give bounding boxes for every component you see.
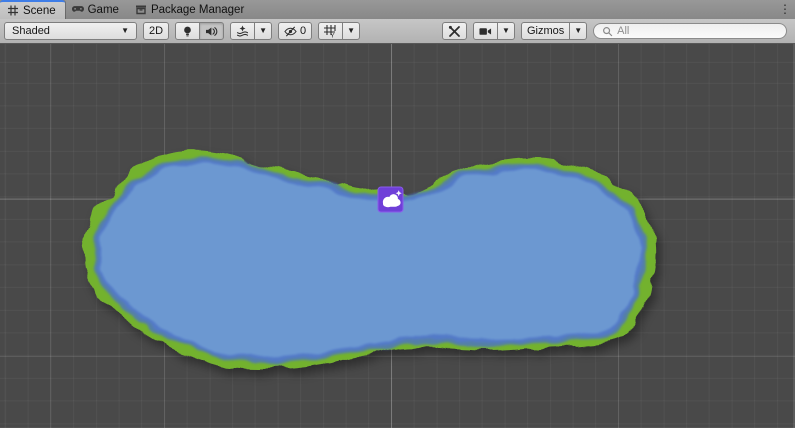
gizmos-dropdown-arrow[interactable]: ▼ — [569, 22, 587, 40]
scene-lighting-button[interactable] — [175, 22, 200, 40]
effects-icon — [236, 25, 249, 38]
gizmos-group: Gizmos ▼ — [521, 22, 587, 40]
water-fill — [96, 160, 643, 360]
sprite-shape-gizmo[interactable] — [378, 187, 403, 212]
gizmos-button[interactable]: Gizmos — [521, 22, 570, 40]
water-blob-sprite — [0, 44, 795, 428]
component-tools-button[interactable] — [442, 22, 467, 40]
component-tools-icon — [448, 25, 461, 38]
tab-game[interactable]: Game — [65, 0, 128, 19]
scene-viewport[interactable] — [0, 44, 795, 428]
chevron-down-icon: ▼ — [347, 27, 355, 35]
grid-visual-button[interactable]: Y — [318, 22, 343, 40]
scene-toolbar: Shaded ▼ 2D ▼ — [0, 19, 795, 44]
svg-text:Y: Y — [330, 32, 335, 37]
search-icon — [602, 26, 613, 37]
eye-slash-icon — [284, 25, 297, 38]
camera-group: ▼ — [473, 22, 515, 40]
scene-camera-button[interactable] — [473, 22, 498, 40]
draw-mode-dropdown[interactable]: Shaded ▼ — [4, 22, 137, 40]
tab-package-manager[interactable]: Package Manager — [128, 0, 253, 19]
scene-grid-icon — [7, 5, 19, 17]
chevron-down-icon: ▼ — [121, 27, 129, 35]
audio-icon — [205, 25, 218, 38]
view-toggle-group: 2D — [143, 22, 169, 40]
visibility-count: 0 — [300, 25, 306, 37]
grid-snap-group: Y ▼ — [318, 22, 360, 40]
toggle-2d-button[interactable]: 2D — [143, 22, 169, 40]
search-placeholder: All — [617, 25, 629, 37]
package-icon — [135, 4, 147, 16]
gizmos-label: Gizmos — [527, 25, 564, 37]
grid-dropdown-arrow[interactable]: ▼ — [342, 22, 360, 40]
chevron-down-icon: ▼ — [259, 27, 267, 35]
toggle-2d-label: 2D — [149, 25, 163, 37]
tab-scene-label: Scene — [23, 5, 56, 17]
tools-group — [442, 22, 467, 40]
tab-package-manager-label: Package Manager — [151, 4, 244, 16]
camera-dropdown-arrow[interactable]: ▼ — [497, 22, 515, 40]
tab-scene[interactable]: Scene — [0, 0, 65, 19]
game-controller-icon — [72, 4, 84, 16]
grid-snap-icon: Y — [324, 25, 337, 38]
draw-mode-label: Shaded — [12, 25, 50, 37]
kebab-menu-icon[interactable]: ⋮ — [779, 1, 791, 17]
scene-search-field[interactable]: All — [593, 23, 787, 39]
tab-bar: Scene Game Package Manager ⋮ — [0, 0, 795, 19]
lightbulb-icon — [181, 25, 194, 38]
effects-group: ▼ — [230, 22, 272, 40]
effects-dropdown-arrow[interactable]: ▼ — [254, 22, 272, 40]
lighting-audio-group — [175, 22, 224, 40]
scene-audio-button[interactable] — [199, 22, 224, 40]
chevron-down-icon: ▼ — [574, 27, 582, 35]
unity-scene-view-window: Scene Game Package Manager ⋮ Shaded ▼ 2D — [0, 0, 795, 428]
visibility-group: 0 — [278, 22, 312, 40]
effects-button[interactable] — [230, 22, 255, 40]
camera-icon — [479, 25, 492, 38]
chevron-down-icon: ▼ — [502, 27, 510, 35]
scene-visibility-button[interactable]: 0 — [278, 22, 312, 40]
tab-game-label: Game — [88, 4, 119, 16]
